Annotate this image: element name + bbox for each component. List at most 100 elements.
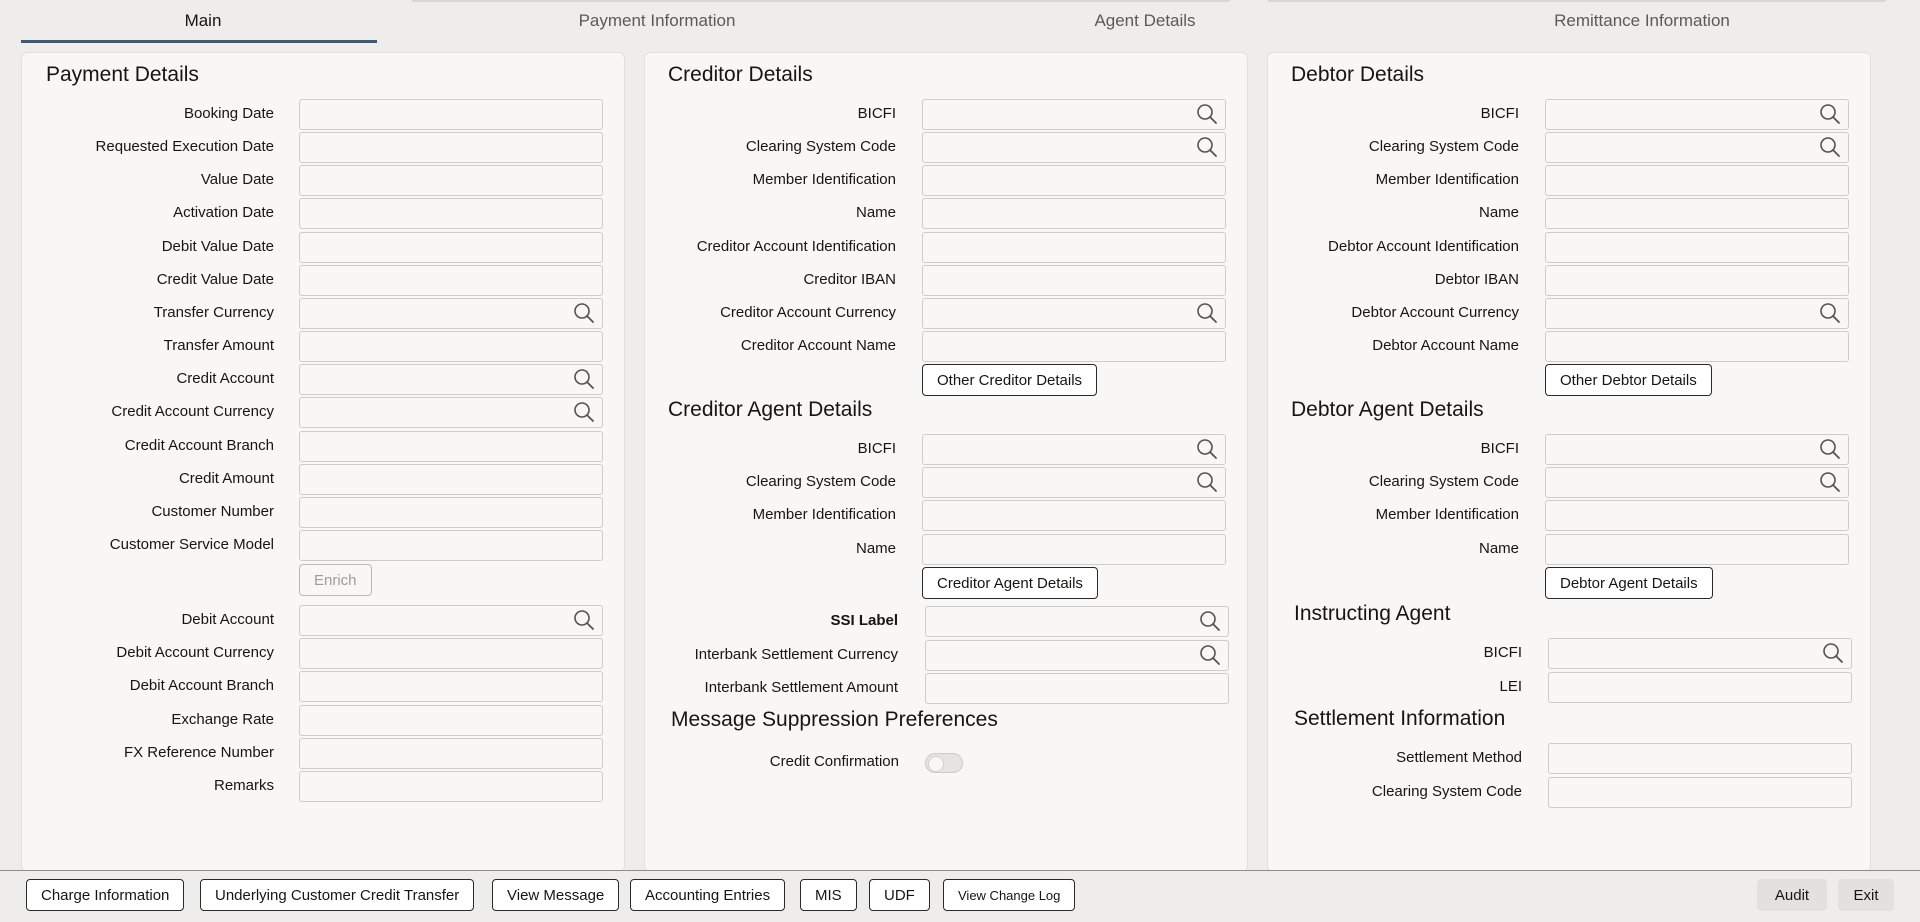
payment-booking-date-input[interactable] bbox=[299, 99, 603, 130]
payment-debit-account-branch-label: Debit Account Branch bbox=[129, 677, 274, 695]
debtor-agent-details-button[interactable]: Debtor Agent Details bbox=[1545, 567, 1713, 599]
payment-credit-account-currency-input[interactable] bbox=[299, 397, 603, 429]
payment-debit-value-date-input[interactable] bbox=[299, 231, 603, 263]
payment-fx-reference-number-input[interactable] bbox=[299, 737, 603, 769]
mis-button[interactable]: MIS bbox=[800, 879, 857, 911]
search-icon[interactable] bbox=[1819, 103, 1841, 125]
debtor-clearing-system-code-input[interactable] bbox=[1545, 132, 1849, 164]
instructing-agent-lei-input[interactable] bbox=[1548, 671, 1852, 703]
search-icon[interactable] bbox=[1819, 438, 1841, 460]
search-icon[interactable] bbox=[1196, 438, 1218, 460]
payment-credit-value-date-input[interactable] bbox=[299, 264, 603, 296]
creditor-member-identification-input[interactable] bbox=[922, 165, 1226, 197]
payment-value-date-input[interactable] bbox=[299, 165, 603, 197]
payment-credit-amount-input[interactable] bbox=[299, 463, 603, 495]
search-icon[interactable] bbox=[1196, 302, 1218, 324]
view-change-log-button[interactable]: View Change Log bbox=[943, 879, 1076, 911]
settlement-interbank-settlement-currency-input[interactable] bbox=[925, 639, 1229, 671]
creditor-agent-clearing-system-code-input[interactable] bbox=[922, 467, 1226, 499]
creditor-bicfi-input[interactable] bbox=[922, 99, 1226, 130]
tab-agent-details[interactable]: Agent Details bbox=[900, 0, 1390, 42]
payment-transfer-currency-input[interactable] bbox=[299, 297, 603, 329]
creditor-clearing-system-code-label: Clearing System Code bbox=[745, 138, 896, 156]
search-icon[interactable] bbox=[573, 609, 595, 631]
debtor-debtor-iban-input[interactable] bbox=[1545, 264, 1849, 296]
search-icon[interactable] bbox=[1196, 103, 1218, 125]
search-icon[interactable] bbox=[1196, 471, 1218, 493]
debtor-member-identification-input[interactable] bbox=[1545, 165, 1849, 197]
search-icon[interactable] bbox=[1199, 610, 1221, 632]
creditor-agent-details-button[interactable]: Creditor Agent Details bbox=[922, 567, 1098, 599]
debtor-debtor-account-currency-input[interactable] bbox=[1545, 297, 1849, 329]
search-icon[interactable] bbox=[573, 368, 595, 390]
settlement-info-clearing-system-code-input[interactable] bbox=[1548, 776, 1852, 808]
search-icon[interactable] bbox=[1819, 471, 1841, 493]
search-icon[interactable] bbox=[1819, 136, 1841, 158]
search-icon[interactable] bbox=[1196, 136, 1218, 158]
creditor-name-input[interactable] bbox=[922, 198, 1226, 230]
creditor-agent-member-identification-input[interactable] bbox=[922, 500, 1226, 532]
search-icon[interactable] bbox=[1199, 644, 1221, 666]
payment-transfer-amount-input[interactable] bbox=[299, 331, 603, 363]
payment-customer-number-input[interactable] bbox=[299, 496, 603, 528]
underlying-customer-credit-transfer-button[interactable]: Underlying Customer Credit Transfer bbox=[200, 879, 475, 911]
debtor-name-input[interactable] bbox=[1545, 198, 1849, 230]
debtor-agent-bicfi-input[interactable] bbox=[1545, 434, 1849, 465]
creditor-member-identification-label: Member Identification bbox=[752, 171, 896, 189]
payment-debit-account-input[interactable] bbox=[299, 605, 603, 636]
search-icon[interactable] bbox=[1819, 302, 1841, 324]
payment-customer-service-model-input[interactable] bbox=[299, 529, 603, 561]
tab-payment-information[interactable]: Payment Information bbox=[435, 0, 879, 42]
creditor-creditor-iban-input[interactable] bbox=[922, 264, 1226, 296]
payment-debit-account-currency-input[interactable] bbox=[299, 638, 603, 670]
creditor-creditor-account-currency-input[interactable] bbox=[922, 297, 1226, 329]
payment-credit-value-date-label: Credit Value Date bbox=[156, 270, 274, 288]
debtor-agent-clearing-system-code-input[interactable] bbox=[1545, 467, 1849, 499]
payment-remarks-input[interactable] bbox=[299, 771, 603, 802]
instructing-agent-bicfi-input[interactable] bbox=[1548, 638, 1852, 669]
debtor-bicfi-input[interactable] bbox=[1545, 99, 1849, 130]
search-icon[interactable] bbox=[573, 302, 595, 324]
debtor-debtor-account-identification-input[interactable] bbox=[1545, 231, 1849, 263]
creditor-clearing-system-code-input[interactable] bbox=[922, 132, 1226, 164]
payment-credit-account-branch-label: Credit Account Branch bbox=[124, 436, 274, 454]
payment-exchange-rate-input[interactable] bbox=[299, 704, 603, 736]
footer-toolbar: Charge Information Underlying Customer C… bbox=[0, 870, 1920, 922]
enrich-button[interactable]: Enrich bbox=[299, 564, 372, 596]
udf-button[interactable]: UDF bbox=[869, 879, 930, 911]
search-icon[interactable] bbox=[1822, 642, 1844, 664]
creditor-creditor-iban-label: Creditor IBAN bbox=[803, 270, 896, 288]
settlement-ssi-label-input[interactable] bbox=[925, 606, 1229, 637]
debtor-agent-member-identification-input[interactable] bbox=[1545, 500, 1849, 532]
tab-remittance-information[interactable]: Remittance Information bbox=[1440, 0, 1844, 42]
search-icon[interactable] bbox=[573, 401, 595, 423]
creditor-agent-name-input[interactable] bbox=[922, 533, 1226, 565]
settlement-info-settlement-method-input[interactable] bbox=[1548, 743, 1852, 774]
creditor-agent-bicfi-label: BICFI bbox=[857, 440, 896, 457]
charge-information-button[interactable]: Charge Information bbox=[26, 879, 185, 911]
payment-customer-service-model-label: Customer Service Model bbox=[109, 535, 274, 553]
other-creditor-details-button[interactable]: Other Creditor Details bbox=[922, 364, 1098, 396]
other-debtor-details-button[interactable]: Other Debtor Details bbox=[1545, 364, 1712, 396]
creditor-creditor-account-identification-input[interactable] bbox=[922, 231, 1226, 263]
exit-button[interactable]: Exit bbox=[1838, 879, 1894, 911]
payment-credit-account-label: Credit Account bbox=[176, 370, 274, 388]
creditor-creditor-account-name-input[interactable] bbox=[922, 331, 1226, 363]
view-message-button[interactable]: View Message bbox=[492, 879, 620, 911]
audit-button[interactable]: Audit bbox=[1757, 879, 1827, 911]
payment-activation-date-input[interactable] bbox=[299, 198, 603, 230]
payment-requested-execution-date-input[interactable] bbox=[299, 132, 603, 164]
accounting-entries-button[interactable]: Accounting Entries bbox=[630, 879, 786, 911]
tab-main[interactable]: Main bbox=[21, 0, 385, 42]
payment-credit-account-branch-input[interactable] bbox=[299, 430, 603, 462]
settlement-info-clearing-system-code-label: Clearing System Code bbox=[1371, 782, 1522, 800]
creditor-name-label: Name bbox=[855, 204, 896, 222]
payment-credit-account-input[interactable] bbox=[299, 364, 603, 396]
settlement-interbank-settlement-amount-input[interactable] bbox=[925, 673, 1229, 704]
debtor-debtor-account-name-input[interactable] bbox=[1545, 331, 1849, 363]
payment-debit-account-label: Debit Account bbox=[181, 611, 274, 628]
debtor-agent-name-input[interactable] bbox=[1545, 533, 1849, 565]
credit-confirmation-toggle[interactable] bbox=[925, 753, 963, 773]
creditor-agent-bicfi-input[interactable] bbox=[922, 434, 1226, 465]
payment-debit-account-branch-input[interactable] bbox=[299, 671, 603, 703]
